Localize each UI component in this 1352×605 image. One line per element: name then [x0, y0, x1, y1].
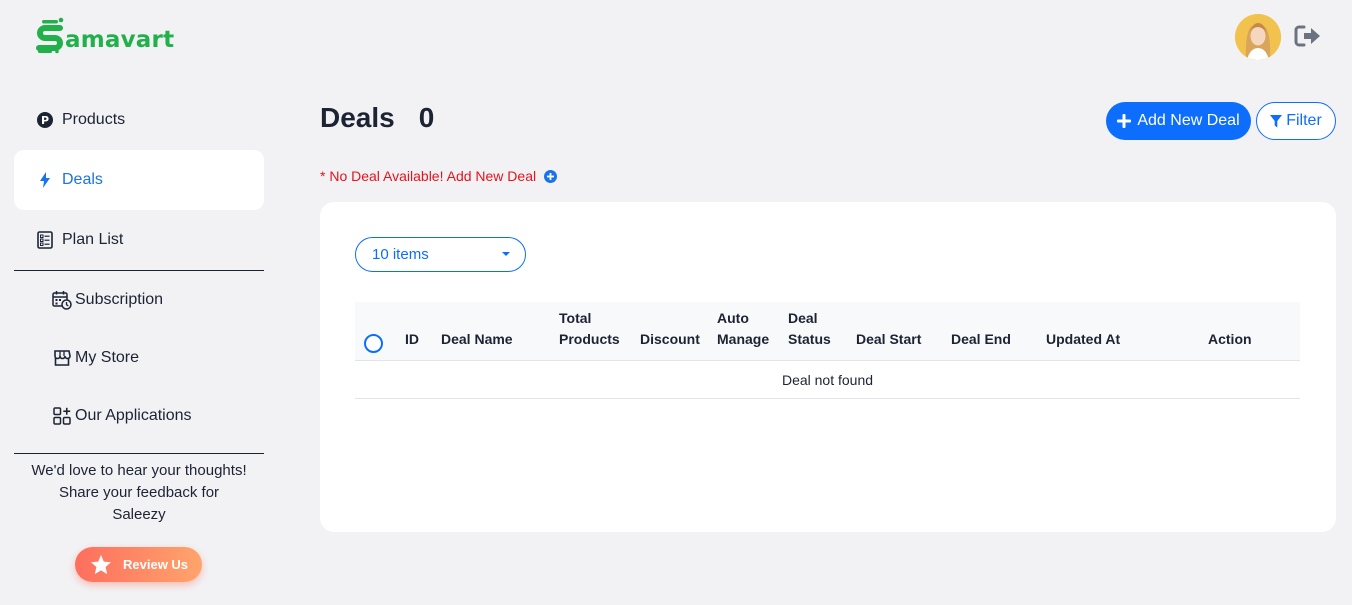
- column-header-deal-status[interactable]: Deal Status: [788, 308, 831, 350]
- header-line: Deal: [788, 310, 818, 326]
- page-title-text: Deals: [320, 102, 395, 133]
- sidebar-item-my-store[interactable]: My Store: [14, 329, 264, 387]
- sidebar-item-our-applications[interactable]: Our Applications: [14, 387, 264, 445]
- column-header-updated-at[interactable]: Updated At: [1046, 329, 1120, 350]
- filter-funnel-icon: [1270, 114, 1283, 127]
- no-deal-text: * No Deal Available! Add New Deal: [320, 168, 537, 184]
- sidebar-item-label: Products: [62, 111, 126, 128]
- table-empty-row: Deal not found: [355, 361, 1300, 399]
- header-line: Status: [788, 331, 831, 347]
- add-new-deal-button[interactable]: Add New Deal: [1106, 102, 1251, 140]
- select-all-checkbox[interactable]: [364, 334, 383, 353]
- header-line: Auto: [717, 310, 749, 326]
- add-new-deal-label: Add New Deal: [1137, 112, 1240, 129]
- plan-list-icon: [36, 231, 54, 249]
- table-header: ID Deal Name Total Products Discount Aut…: [355, 302, 1300, 361]
- deals-table: ID Deal Name Total Products Discount Aut…: [355, 302, 1300, 399]
- sidebar-item-products[interactable]: P Products: [14, 90, 264, 150]
- sidebar-item-label: Deals: [62, 171, 103, 188]
- sidebar-item-label: Plan List: [62, 231, 124, 248]
- calendar-clock-icon: [52, 290, 72, 310]
- logo-s-mark: [36, 16, 66, 54]
- column-header-total-products[interactable]: Total Products: [559, 308, 620, 350]
- sidebar-item-subscription[interactable]: Subscription: [14, 271, 264, 329]
- column-header-deal-start[interactable]: Deal Start: [856, 329, 921, 350]
- feedback-line: Share your feedback for: [58, 484, 220, 501]
- sidebar-item-plan-list[interactable]: Plan List: [14, 210, 264, 270]
- products-p-icon: P: [36, 111, 54, 129]
- header-line: Manage: [717, 331, 770, 347]
- header-line: Total: [559, 310, 592, 326]
- add-circle-icon[interactable]: [544, 169, 558, 183]
- sidebar-item-deals[interactable]: Deals: [14, 150, 264, 210]
- header-line: Products: [559, 331, 620, 347]
- star-icon: [90, 554, 112, 575]
- page-title: Deals 0: [320, 102, 434, 134]
- feedback-line: Saleezy: [112, 506, 166, 523]
- sidebar-item-label: Our Applications: [75, 407, 192, 424]
- sidebar: P Products Deals Plan List Subscription …: [14, 90, 264, 526]
- feedback-line: We'd love to hear your thoughts!: [31, 462, 247, 479]
- review-us-label: Review Us: [123, 557, 189, 572]
- brand-logo[interactable]: amavart: [36, 14, 174, 54]
- review-us-button[interactable]: Review Us: [75, 547, 202, 582]
- column-header-deal-name[interactable]: Deal Name: [441, 329, 513, 350]
- brand-name: amavart: [65, 27, 175, 53]
- apps-grid-icon: [52, 406, 72, 426]
- column-header-id[interactable]: ID: [405, 329, 419, 350]
- column-header-auto-manage[interactable]: Auto Manage: [717, 308, 769, 350]
- filter-label: Filter: [1286, 112, 1322, 129]
- svg-text:P: P: [41, 114, 49, 127]
- items-per-page-value: 10 items: [372, 246, 429, 263]
- filter-button[interactable]: Filter: [1256, 102, 1336, 140]
- caret-down-icon: [502, 252, 510, 256]
- bolt-icon: [36, 171, 54, 189]
- column-header-action: Action: [1208, 331, 1252, 347]
- empty-message: Deal not found: [781, 371, 874, 388]
- plus-icon: [1117, 114, 1132, 128]
- column-header-deal-end[interactable]: Deal End: [951, 329, 1011, 350]
- feedback-text: We'd love to hear your thoughts! Share y…: [14, 454, 264, 526]
- sidebar-item-label: My Store: [75, 349, 140, 366]
- deal-count: 0: [418, 102, 435, 133]
- items-per-page-select[interactable]: 10 items: [355, 237, 526, 272]
- column-header-discount[interactable]: Discount: [640, 329, 700, 350]
- no-deal-notice: * No Deal Available! Add New Deal: [320, 168, 558, 184]
- logout-icon[interactable]: [1294, 24, 1322, 48]
- store-icon: [52, 348, 72, 368]
- sidebar-item-label: Subscription: [75, 291, 164, 308]
- user-avatar[interactable]: [1235, 14, 1281, 60]
- deals-card: 10 items ID Deal Name Total Products Dis…: [320, 202, 1336, 532]
